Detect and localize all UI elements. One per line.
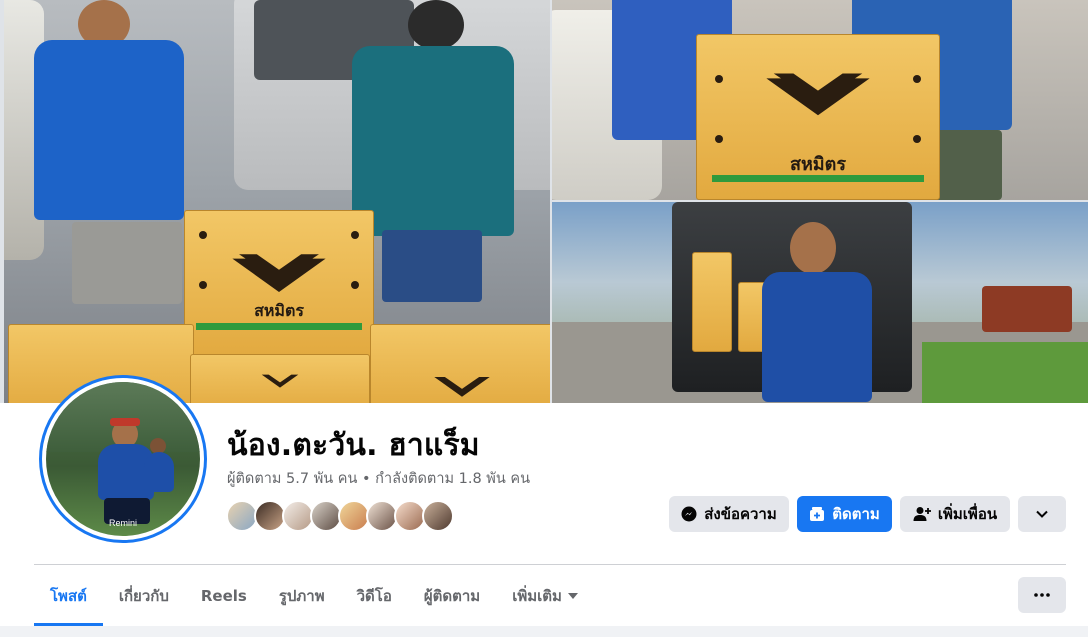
tab-label: ผู้ติดตาม — [423, 587, 481, 605]
message-button-label: ส่งข้อความ — [704, 505, 777, 523]
header-divider — [34, 564, 1066, 565]
cover-photo-top-right: สหมิตร — [552, 0, 1088, 200]
mutual-friends-avatars[interactable] — [226, 500, 454, 532]
messenger-icon — [681, 506, 697, 522]
follow-icon — [810, 507, 825, 521]
tab-photos[interactable]: รูปภาพ — [263, 566, 341, 626]
tab-posts[interactable]: โพสต์ — [34, 566, 103, 626]
tab-followers[interactable]: ผู้ติดตาม — [408, 566, 496, 626]
avatar: Remini — [46, 382, 200, 536]
tab-label: โพสต์ — [50, 587, 87, 605]
tab-about[interactable]: เกี่ยวกับ — [103, 566, 185, 626]
profile-tabs: โพสต์ เกี่ยวกับ Reels รูปภาพ วิดีโอ ผู้ต… — [34, 566, 594, 626]
more-options-button[interactable] — [1018, 577, 1066, 613]
follow-button[interactable]: ติดตาม — [797, 496, 892, 532]
page-background-band — [0, 626, 1088, 637]
cover-photo-bottom-right — [552, 202, 1088, 403]
tab-label: Reels — [200, 587, 247, 605]
ellipsis-icon — [1034, 593, 1050, 597]
tab-label: เพิ่มเติม — [512, 587, 562, 605]
profile-avatar[interactable]: Remini — [39, 375, 207, 543]
add-friend-button[interactable]: เพิ่มเพื่อน — [900, 496, 1010, 532]
add-friend-icon — [913, 507, 931, 521]
tab-label: รูปภาพ — [278, 587, 325, 605]
profile-name: น้อง.ตะวัน. ฮาแร็ม — [227, 428, 480, 463]
tab-more[interactable]: เพิ่มเติม — [496, 566, 594, 626]
box-brand-label: สหมิตร — [254, 301, 304, 320]
caret-down-icon — [567, 593, 578, 599]
tab-label: เกี่ยวกับ — [118, 587, 169, 605]
tab-reels[interactable]: Reels — [185, 566, 263, 626]
tab-videos[interactable]: วิดีโอ — [341, 566, 408, 626]
add-friend-button-label: เพิ่มเพื่อน — [937, 505, 998, 523]
follow-button-label: ติดตาม — [832, 505, 880, 523]
friend-avatar[interactable] — [422, 500, 454, 532]
profile-stats[interactable]: ผู้ติดตาม 5.7 พัน คน • กำลังติดตาม 1.8 พ… — [227, 468, 530, 490]
chevron-down-icon — [1036, 510, 1048, 518]
expand-options-button[interactable] — [1018, 496, 1066, 532]
cover-photo[interactable]: สหมิตร สหมิตร — [0, 0, 1088, 403]
tab-label: วิดีโอ — [356, 587, 392, 605]
message-button[interactable]: ส่งข้อความ — [669, 496, 789, 532]
box-brand-label: สหมิตร — [789, 154, 847, 175]
cover-photo-left: สหมิตร — [4, 0, 550, 403]
avatar-watermark: Remini — [108, 518, 137, 528]
